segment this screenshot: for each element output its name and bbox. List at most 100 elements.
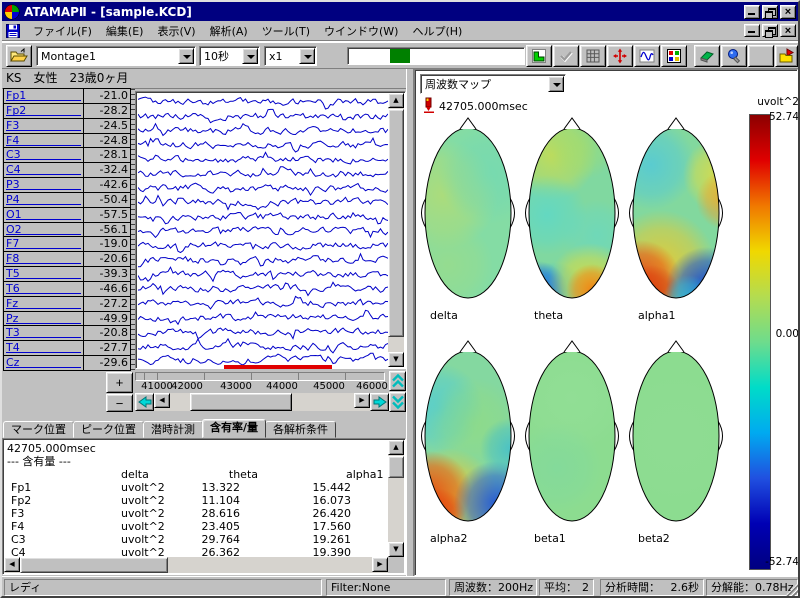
- hscroll-left-icon[interactable]: ◀: [154, 393, 170, 408]
- channel-label-P3[interactable]: P3: [3, 177, 84, 193]
- menu-item[interactable]: ツール(T): [255, 21, 317, 41]
- list-hscrollbar[interactable]: ◀ ▶: [4, 557, 388, 573]
- jump-up-button[interactable]: [389, 371, 406, 391]
- minimize-button[interactable]: [744, 5, 760, 19]
- channel-label-F3[interactable]: F3: [3, 118, 84, 134]
- tab-潜時計測[interactable]: 潜時計測: [143, 421, 203, 438]
- list-scroll-right-icon[interactable]: ▶: [372, 557, 388, 572]
- channel-label-P4[interactable]: P4: [3, 192, 84, 208]
- row-unit: uvolt^2: [121, 494, 165, 507]
- tab-各解析条件[interactable]: 各解析条件: [265, 421, 336, 438]
- result-listbox[interactable]: 42705.000msec --- 含有量 --- delta theta al…: [2, 438, 406, 575]
- channel-name: T5: [6, 267, 81, 279]
- mdi-restore-button[interactable]: [762, 24, 778, 37]
- menu-item[interactable]: ファイル(F): [26, 21, 99, 41]
- channel-name: C4: [6, 163, 81, 175]
- channel-label-T5[interactable]: T5: [3, 266, 84, 282]
- close-button[interactable]: ×: [780, 5, 796, 19]
- channel-label-Fp1[interactable]: Fp1: [3, 88, 84, 104]
- magnify-pin-button[interactable]: [721, 45, 747, 67]
- folder-play-button[interactable]: [775, 45, 798, 67]
- channel-label-Cz[interactable]: Cz: [3, 355, 84, 371]
- channel-label-T6[interactable]: T6: [3, 281, 84, 297]
- step-display-button[interactable]: [526, 45, 552, 67]
- channel-label-C4[interactable]: C4: [3, 162, 84, 178]
- gain-plus-button[interactable]: +: [106, 372, 133, 393]
- menu-item[interactable]: ヘルプ(H): [405, 21, 469, 41]
- gain-combobox[interactable]: x1: [264, 46, 317, 66]
- timebase-dropdown-icon[interactable]: [242, 48, 258, 64]
- panel-splitter[interactable]: [406, 69, 414, 576]
- channel-label-O2[interactable]: O2: [3, 222, 84, 238]
- mouse-button2[interactable]: [748, 45, 774, 67]
- menu-items: ファイル(F)編集(E)表示(V)解析(A)ツール(T)ウインドウ(W)ヘルプ(…: [26, 21, 469, 41]
- waveform-panel[interactable]: ▲ ▼: [135, 91, 406, 369]
- menu-item[interactable]: 編集(E): [99, 21, 151, 41]
- channel-label-Pz[interactable]: Pz: [3, 311, 84, 327]
- scroll-down-icon[interactable]: ▼: [388, 352, 404, 367]
- channel-label-Fz[interactable]: Fz: [3, 296, 84, 312]
- waveform-button[interactable]: [634, 45, 660, 67]
- map-type-dropdown-icon[interactable]: [548, 76, 564, 92]
- restore-button[interactable]: [762, 5, 778, 19]
- channel-label-T4[interactable]: T4: [3, 340, 84, 356]
- map-chart-button[interactable]: [661, 45, 687, 67]
- list-scroll-left-icon[interactable]: ◀: [4, 557, 20, 572]
- channel-label-F8[interactable]: F8: [3, 251, 84, 267]
- channel-label-F4[interactable]: F4: [3, 133, 84, 149]
- tab-含有率/量[interactable]: 含有率/量: [202, 419, 266, 438]
- channel-label-F7[interactable]: F7: [3, 236, 84, 252]
- hscroll-right-icon[interactable]: ▶: [354, 393, 370, 408]
- result-row: C3uvolt^229.76419.261: [3, 533, 383, 546]
- montage-combobox[interactable]: Montage1: [36, 46, 196, 66]
- row-value-1: 11.104: [163, 494, 240, 507]
- topo-map-alpha1: alpha1: [626, 115, 726, 322]
- tab-ピーク位置[interactable]: ピーク位置: [73, 421, 144, 438]
- channel-label-C3[interactable]: C3: [3, 147, 84, 163]
- mdi-minimize-button[interactable]: [744, 24, 760, 37]
- vscroll-thumb[interactable]: [388, 109, 404, 337]
- jump-down-button[interactable]: [389, 392, 406, 412]
- list-scroll-up-icon[interactable]: ▲: [388, 440, 404, 455]
- title-bar: ATAMAPⅡ - [sample.KCD] ×: [2, 2, 798, 21]
- row-value-1: 13.322: [163, 481, 240, 494]
- gain-minus-button[interactable]: −: [106, 394, 133, 412]
- tab-マーク位置[interactable]: マーク位置: [3, 421, 74, 438]
- channel-label-T3[interactable]: T3: [3, 325, 84, 341]
- channel-name: P4: [6, 193, 81, 205]
- check-button[interactable]: [553, 45, 579, 67]
- channel-value-Fp1: -21.0: [83, 88, 131, 104]
- hscroll-thumb[interactable]: [190, 393, 292, 411]
- mdi-close-button[interactable]: ×: [780, 24, 796, 37]
- channel-value-T6: -46.6: [83, 281, 131, 297]
- timebase-combobox[interactable]: 10秒: [199, 46, 260, 66]
- header-delta: delta: [121, 468, 149, 481]
- eraser-button[interactable]: [694, 45, 720, 67]
- gain-dropdown-icon[interactable]: [299, 48, 315, 64]
- split-arrows-button[interactable]: [607, 45, 633, 67]
- waveform-vscrollbar[interactable]: ▲ ▼: [388, 93, 404, 367]
- waveform-hscrollbar[interactable]: ◀ ▶: [135, 393, 389, 411]
- menu-item[interactable]: ウインドウ(W): [317, 21, 405, 41]
- channel-label-Fp2[interactable]: Fp2: [3, 103, 84, 119]
- page-left-icon[interactable]: [135, 393, 154, 411]
- channel-name: Pz: [6, 312, 81, 324]
- scroll-up-icon[interactable]: ▲: [388, 93, 404, 108]
- list-vscroll-thumb[interactable]: [388, 456, 404, 478]
- menu-item[interactable]: 解析(A): [203, 21, 255, 41]
- montage-dropdown-icon[interactable]: [178, 48, 194, 64]
- row-channel: Fp1: [11, 481, 31, 494]
- list-hscroll-thumb[interactable]: [20, 557, 168, 573]
- open-file-button[interactable]: [6, 45, 32, 67]
- list-scroll-down-icon[interactable]: ▼: [388, 542, 404, 557]
- menu-item[interactable]: 表示(V): [150, 21, 202, 41]
- map-type-combobox[interactable]: 周波数マップ: [420, 74, 566, 94]
- row-unit: uvolt^2: [121, 481, 165, 494]
- resize-grip[interactable]: [785, 583, 798, 596]
- colorbar-unit: uvolt^2: [753, 96, 799, 108]
- page-right-icon[interactable]: [370, 393, 389, 411]
- list-vscrollbar[interactable]: ▲ ▼: [388, 440, 404, 557]
- channel-label-O1[interactable]: O1: [3, 207, 84, 223]
- document-floppy-icon[interactable]: [5, 23, 23, 39]
- grid-button[interactable]: [580, 45, 606, 67]
